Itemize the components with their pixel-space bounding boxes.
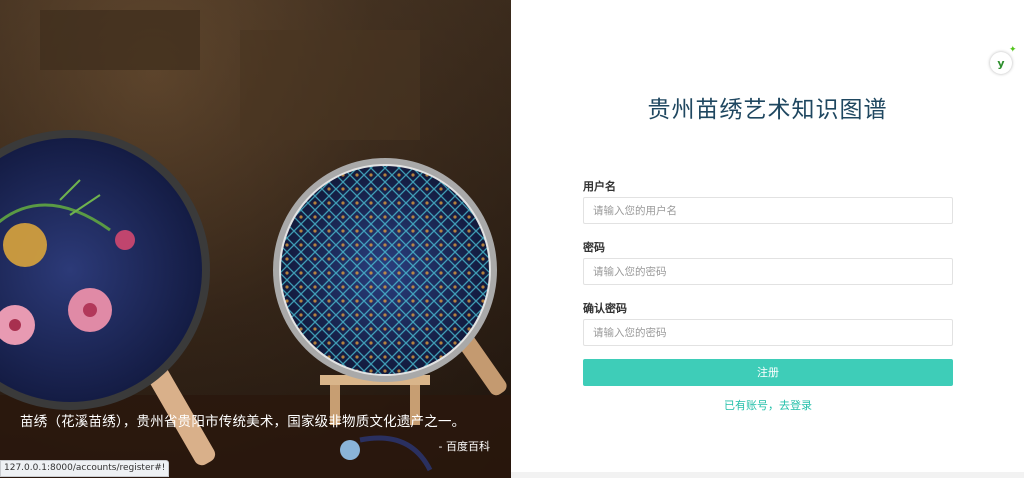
hero-caption: 苗绣（花溪苗绣），贵州省贵阳市传统美术，国家级非物质文化遗产之一。 (20, 414, 466, 430)
hero-source: - 百度百科 (438, 440, 490, 453)
register-form: 用户名 密码 确认密码 注册 已有账号，去登录 (583, 178, 953, 413)
sparkle-icon: ✦ (1009, 45, 1017, 55)
password-input[interactable] (583, 258, 953, 285)
username-label: 用户名 (583, 180, 616, 193)
register-button[interactable]: 注册 (583, 358, 953, 386)
register-panel: 贵州苗绣艺术知识图谱 用户名 密码 确认密码 注册 已有账号，去登录 (511, 0, 1024, 472)
embroidery-fans-illustration (0, 0, 511, 478)
page-title: 贵州苗绣艺术知识图谱 (647, 97, 888, 123)
confirm-password-input[interactable] (583, 319, 953, 346)
hero-image-panel: 苗绣（花溪苗绣），贵州省贵阳市传统美术，国家级非物质文化遗产之一。 - 百度百科 (0, 0, 511, 478)
username-input[interactable] (583, 197, 953, 224)
status-bar-url: 127.0.0.1:8000/accounts/register#! (0, 460, 170, 477)
password-field-group: 密码 (583, 239, 953, 285)
username-field-group: 用户名 (583, 178, 953, 224)
y-extension-icon[interactable]: y (990, 52, 1012, 74)
confirm-password-label: 确认密码 (583, 302, 627, 315)
login-link[interactable]: 已有账号，去登录 (583, 397, 953, 413)
password-label: 密码 (583, 241, 605, 254)
confirm-password-field-group: 确认密码 (583, 300, 953, 346)
